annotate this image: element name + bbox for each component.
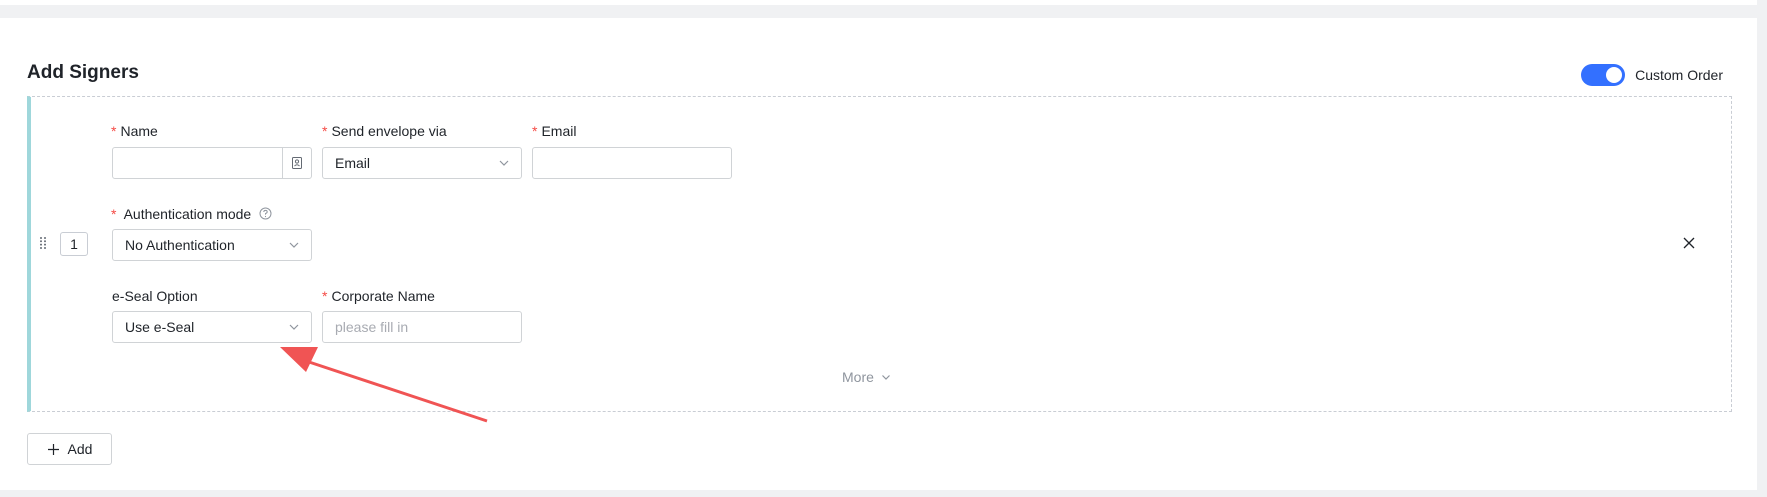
custom-order-label: Custom Order — [1635, 67, 1723, 83]
auth-mode-select[interactable]: No Authentication — [112, 229, 312, 261]
toggle-knob — [1606, 67, 1623, 83]
eseal-select[interactable]: Use e-Seal — [112, 311, 312, 343]
corporate-name-field — [322, 311, 522, 343]
chevron-down-icon — [499, 160, 509, 166]
eseal-label: e-Seal Option — [112, 288, 198, 304]
previous-card — [0, 0, 1757, 5]
contact-book-button[interactable] — [281, 148, 311, 178]
drag-handle-icon[interactable] — [38, 236, 48, 250]
custom-order-control: Custom Order — [1581, 64, 1723, 86]
chevron-down-icon — [289, 242, 299, 248]
more-toggle[interactable]: More — [842, 369, 892, 385]
name-input[interactable] — [113, 148, 282, 178]
send-via-value: Email — [335, 155, 371, 171]
custom-order-toggle[interactable] — [1581, 64, 1626, 86]
eseal-value: Use e-Seal — [125, 319, 195, 335]
chevron-down-icon — [881, 375, 890, 380]
auth-mode-label: * Authentication mode — [111, 206, 272, 222]
corporate-name-input[interactable] — [323, 312, 521, 342]
contact-book-icon — [291, 157, 302, 169]
send-via-select[interactable]: Email — [322, 147, 522, 179]
signer-order-index[interactable]: 1 — [60, 232, 88, 256]
add-label: Add — [67, 441, 93, 457]
send-via-label: * Send envelope via — [322, 123, 447, 139]
close-icon[interactable] — [1682, 236, 1696, 250]
plus-icon — [47, 443, 59, 455]
name-field — [112, 147, 312, 179]
name-label: * Name — [111, 123, 158, 139]
more-label: More — [842, 369, 874, 385]
corporate-name-label: * Corporate Name — [322, 288, 435, 304]
add-signer-button[interactable]: Add — [27, 433, 112, 465]
email-input[interactable] — [533, 148, 731, 178]
auth-mode-value: No Authentication — [125, 237, 235, 253]
section-title: Add Signers — [27, 62, 139, 83]
email-label: * Email — [532, 123, 577, 139]
chevron-down-icon — [289, 324, 299, 330]
email-field — [532, 147, 732, 179]
question-circle-icon[interactable] — [259, 207, 272, 220]
